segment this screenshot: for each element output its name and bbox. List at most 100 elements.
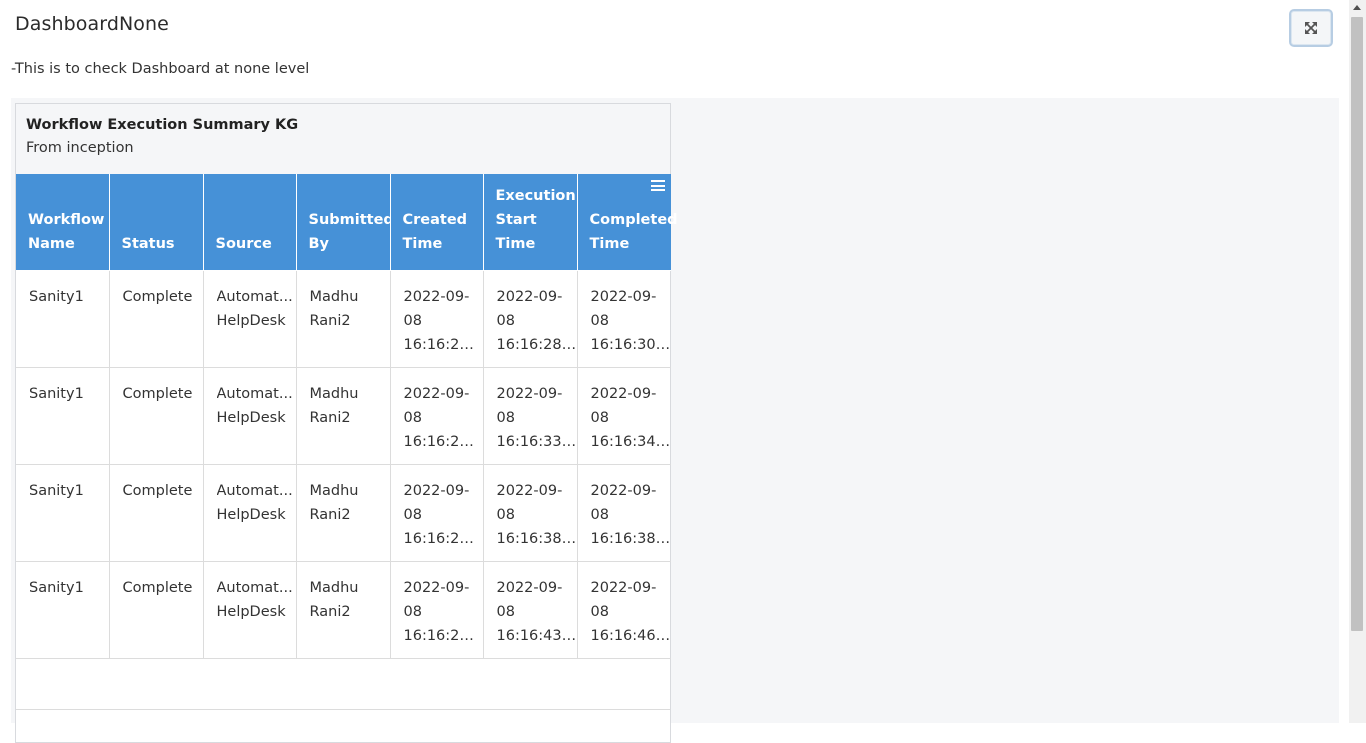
cell-source-line: Automat... — [216, 288, 293, 305]
cell-workflow-name-text: Sanity1 — [29, 579, 84, 596]
cell-created-time: 2022-09- 08 16:16:20.... — [390, 270, 484, 368]
scroll-up-arrow-icon[interactable] — [1353, 5, 1361, 10]
workflow-table: Workflow Name Status Source Submitted By Creat… — [16, 174, 678, 659]
cell-status: Complete — [109, 270, 204, 368]
table-header-row: Workflow Name Status Source Submitted By Creat… — [16, 174, 678, 271]
column-header-submitted-by[interactable]: Submitted By — [296, 174, 394, 271]
cell-completed-time-line: 16:16:34.... — [590, 433, 672, 450]
column-header-label: Completed — [589, 211, 678, 228]
cell-created-time-line: 08 — [403, 506, 422, 523]
cell-created-time-line: 08 — [403, 603, 422, 620]
cell-execution-start-time-line: 16:16:28.... — [496, 336, 577, 353]
hamburger-menu-icon[interactable] — [651, 180, 665, 191]
cell-execution-start-time-line: 2022-09- — [496, 288, 563, 305]
column-header-label: Submitted — [308, 211, 394, 228]
cell-completed-time-line: 08 — [590, 506, 609, 523]
expand-button[interactable] — [1289, 9, 1333, 47]
cell-submitted-by-line: Madhu — [309, 288, 359, 305]
cell-source-line: Automat... — [216, 482, 293, 499]
cell-status: Complete — [109, 561, 204, 659]
column-header-label: By — [308, 235, 330, 252]
column-header-label: Time — [402, 235, 443, 252]
cell-created-time-line: 08 — [403, 409, 422, 426]
cell-source-line: HelpDesk — [216, 409, 286, 426]
cell-execution-start-time-line: 08 — [496, 506, 515, 523]
column-header-label: Status — [121, 235, 175, 252]
column-header-execution-start-time[interactable]: Execution Start Time — [483, 174, 578, 271]
cell-submitted-by: Madhu Rani2 — [296, 367, 391, 465]
cell-status: Complete — [109, 464, 204, 562]
column-header-completed-time[interactable]: Completed Time — [577, 174, 678, 271]
grid-footer — [16, 659, 670, 710]
cell-completed-time-line: 08 — [590, 603, 609, 620]
cell-completed-time-line: 08 — [590, 409, 609, 426]
menu-bar — [651, 184, 665, 187]
cell-source: Automat... HelpDesk — [203, 464, 297, 562]
cell-workflow-name-text: Sanity1 — [29, 288, 84, 305]
cell-created-time-line: 16:16:26.... — [403, 530, 483, 547]
cell-completed-time-line: 16:16:46.... — [590, 627, 672, 644]
cell-submitted-by: Madhu Rani2 — [296, 561, 391, 659]
column-header-label: Start — [495, 211, 537, 228]
scroll-thumb[interactable] — [1351, 17, 1363, 631]
table-row[interactable]: Sanity1 Complete Automat... HelpDesk Madhu Ra… — [16, 464, 672, 562]
table-row[interactable]: Sanity1 Complete Automat... HelpDesk Madhu Ra… — [16, 270, 671, 368]
cell-submitted-by: Madhu Rani2 — [296, 464, 391, 562]
cell-source-line: Automat... — [216, 385, 293, 402]
cell-status-text: Complete — [122, 385, 193, 402]
cell-execution-start-time-line: 2022-09- — [496, 579, 563, 596]
cell-status-text: Complete — [122, 482, 193, 499]
expand-arrows-icon — [1305, 22, 1317, 34]
cell-completed-time: 2022-09- 08 16:16:34.... — [577, 367, 672, 465]
column-header-source[interactable]: Source — [203, 174, 297, 271]
cell-execution-start-time: 2022-09- 08 16:16:33.... — [483, 367, 578, 465]
cell-execution-start-time-line: 2022-09- — [496, 482, 563, 499]
cell-submitted-by-line: Madhu — [309, 482, 359, 499]
cell-created-time: 2022-09- 08 16:16:26.... — [390, 464, 484, 562]
page-title: DashboardNone — [15, 13, 169, 35]
cell-created-time-line: 16:16:20.... — [403, 336, 483, 353]
cell-completed-time: 2022-09- 08 16:16:30.... — [577, 270, 671, 368]
cell-submitted-by-line: Madhu — [309, 385, 359, 402]
cell-created-time-line: 16:16:28.... — [403, 627, 483, 644]
cell-created-time: 2022-09- 08 16:16:28.... — [390, 561, 484, 659]
cell-completed-time-line: 2022-09- — [590, 288, 657, 305]
table-row[interactable]: Sanity1 Complete Automat... HelpDesk Madhu Ra… — [16, 367, 672, 465]
cell-completed-time-line: 16:16:38.... — [590, 530, 672, 547]
cell-created-time: 2022-09- 08 16:16:24.... — [390, 367, 484, 465]
menu-bar — [651, 189, 665, 191]
column-header-label: Created — [402, 211, 468, 228]
column-header-status[interactable]: Status — [109, 174, 204, 271]
cell-workflow-name: Sanity1 — [16, 561, 110, 659]
cell-execution-start-time-line: 16:16:33.... — [496, 433, 577, 450]
vertical-scrollbar[interactable] — [1349, 0, 1366, 723]
cell-submitted-by-line: Madhu — [309, 579, 359, 596]
cell-completed-time-line: 08 — [590, 312, 609, 329]
cell-source: Automat... HelpDesk — [203, 561, 297, 659]
cell-execution-start-time-line: 2022-09- — [496, 385, 563, 402]
cell-execution-start-time-line: 16:16:38.... — [496, 530, 577, 547]
table-row[interactable]: Sanity1 Complete Automat... HelpDesk Madhu Ra… — [16, 561, 672, 659]
cell-completed-time-line: 2022-09- — [590, 579, 657, 596]
cell-created-time-line: 16:16:24.... — [403, 433, 483, 450]
column-header-created-time[interactable]: Created Time — [390, 174, 484, 271]
cell-status: Complete — [109, 367, 204, 465]
cell-completed-time-line: 2022-09- — [590, 482, 657, 499]
column-header-label: Name — [28, 235, 75, 252]
column-header-label: Time — [589, 235, 630, 252]
workflow-summary-widget: Workflow Execution Summary KG From incep… — [15, 103, 678, 743]
cell-completed-time-line: 2022-09- — [590, 385, 657, 402]
cell-created-time-line: 2022-09- — [403, 579, 470, 596]
column-header-label: Execution — [495, 187, 576, 204]
cell-workflow-name: Sanity1 — [16, 270, 110, 368]
cell-status-text: Complete — [122, 579, 193, 596]
widget-title: Workflow Execution Summary KG — [26, 117, 299, 133]
column-header-workflow-name[interactable]: Workflow Name — [16, 174, 110, 271]
cell-submitted-by-line: Rani2 — [309, 603, 351, 620]
cell-source-line: HelpDesk — [216, 312, 286, 329]
cell-source-line: HelpDesk — [216, 506, 286, 523]
widget-header: Workflow Execution Summary KG From incep… — [16, 104, 670, 174]
cell-execution-start-time-line: 08 — [496, 603, 515, 620]
cell-status-text: Complete — [122, 288, 193, 305]
cell-created-time-line: 2022-09- — [403, 385, 470, 402]
